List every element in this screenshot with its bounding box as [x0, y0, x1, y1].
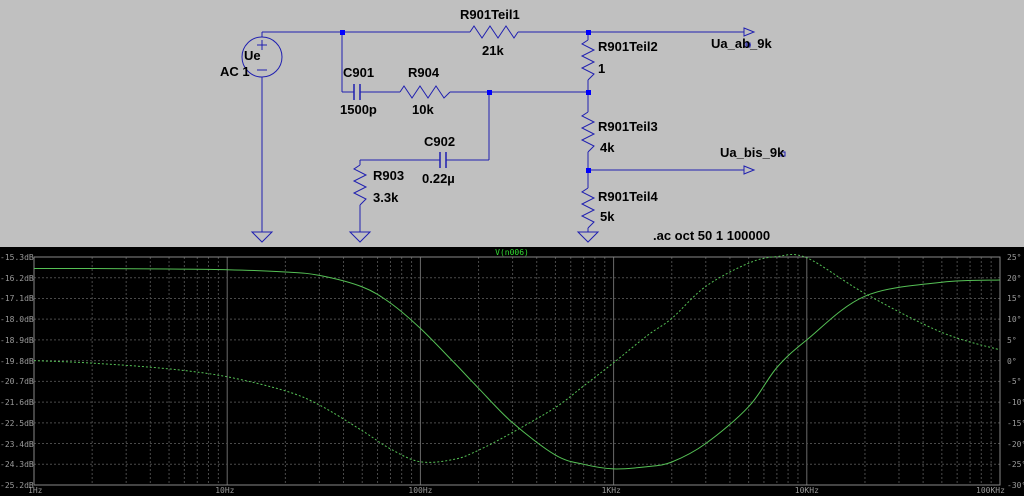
plot-frame [33, 256, 1001, 486]
x-tick-label: 1Hz [28, 486, 43, 495]
phase-trace [33, 254, 1001, 463]
x-tick-label: 1KHz [601, 486, 621, 495]
x-tick-label: 100KHz [976, 486, 1005, 495]
junction-dot [340, 30, 345, 35]
component-value-r901teil4[interactable]: 5k [600, 210, 614, 224]
component-value-r901teil2[interactable]: 1 [598, 62, 605, 76]
component-value-r903[interactable]: 3.3k [373, 191, 398, 205]
component-value-r901teil3[interactable]: 4k [600, 141, 614, 155]
y-right-tick-label: 20° [1007, 273, 1022, 283]
y-right-tick-label: -5° [1007, 377, 1022, 387]
source-value[interactable]: AC 1 [220, 65, 250, 79]
component-name-r901teil4[interactable]: R901Teil4 [598, 190, 658, 204]
junction-dot [586, 90, 591, 95]
component-name-r901teil2[interactable]: R901Teil2 [598, 40, 658, 54]
y-right-tick-label: -10° [1007, 398, 1024, 408]
y-right-tick-label: 15° [1007, 294, 1022, 304]
junction-dot [487, 90, 492, 95]
y-right-tick-label: 0° [1007, 356, 1017, 366]
y-right-tick-label: -20° [1007, 439, 1024, 449]
ground-icon [250, 231, 274, 243]
net-label-ua-bis-9k[interactable]: Ua_bis_9k [720, 146, 784, 160]
spice-directive[interactable]: .ac oct 50 1 100000 [653, 229, 770, 243]
resistor-r901teil4 [580, 187, 596, 229]
component-name-r901teil1[interactable]: R901Teil1 [460, 8, 520, 22]
schematic-canvas[interactable]: Ue AC 1 R901Teil1 21k R901Teil2 1 R901Te… [0, 0, 1024, 247]
y-right-tick-label: -30° [1007, 481, 1024, 490]
component-value-r904[interactable]: 10k [412, 103, 434, 117]
ground-icon [576, 231, 600, 243]
y-left-tick-label: -24.3dB [0, 460, 34, 470]
plot-canvas[interactable] [0, 247, 1024, 496]
component-name-c902[interactable]: C902 [424, 135, 455, 149]
y-left-tick-label: -18.0dB [0, 315, 34, 325]
waveform-viewer[interactable]: V(n006) -15.3dB -16.2dB -17.1dB -18.0dB -18.… [0, 247, 1024, 496]
schematic-drawing[interactable] [0, 0, 1024, 247]
resistor-r904 [399, 85, 451, 99]
source-name[interactable]: Ue [244, 49, 261, 63]
y-left-tick-label: -22.5dB [0, 418, 34, 428]
y-left-tick-label: -15.3dB [0, 253, 34, 262]
y-right-tick-label: 25° [1007, 253, 1022, 262]
x-tick-label: 10KHz [794, 486, 819, 495]
component-name-r904[interactable]: R904 [408, 66, 439, 80]
ground-icon [348, 231, 372, 243]
component-value-c902[interactable]: 0.22µ [422, 172, 455, 186]
x-tick-label: 100Hz [408, 486, 433, 495]
y-right-tick-label: 10° [1007, 315, 1022, 325]
plot-grid [33, 256, 1000, 486]
y-left-tick-label: -21.6dB [0, 398, 34, 408]
y-left-tick-label: -16.2dB [0, 273, 34, 283]
y-left-tick-label: -19.8dB [0, 356, 34, 366]
y-right-tick-label: 5° [1007, 335, 1017, 345]
component-name-c901[interactable]: C901 [343, 66, 374, 80]
output-port-icon [743, 27, 756, 37]
net-label-ua-ab-9k[interactable]: Ua_ab_9k [711, 37, 772, 51]
resistor-r901teil3 [580, 111, 596, 153]
resistor-r901teil2 [580, 39, 596, 81]
y-right-tick-label: -25° [1007, 460, 1024, 470]
y-right-tick-label: -15° [1007, 418, 1024, 428]
resistor-r901teil1 [469, 25, 519, 39]
y-left-tick-label: -18.9dB [0, 335, 34, 345]
y-left-tick-label: -20.7dB [0, 377, 34, 387]
component-value-r901teil1[interactable]: 21k [482, 44, 504, 58]
x-tick-label: 10Hz [215, 486, 235, 495]
resistor-r903 [352, 164, 368, 206]
y-left-tick-label: -17.1dB [0, 294, 34, 304]
output-port-icon [743, 165, 756, 175]
junction-dot [586, 168, 591, 173]
component-name-r901teil3[interactable]: R901Teil3 [598, 120, 658, 134]
component-value-c901[interactable]: 1500p [340, 103, 377, 117]
y-left-tick-label: -23.4dB [0, 439, 34, 449]
junction-dot [586, 30, 591, 35]
component-name-r903[interactable]: R903 [373, 169, 404, 183]
trace-layer [33, 254, 1001, 470]
